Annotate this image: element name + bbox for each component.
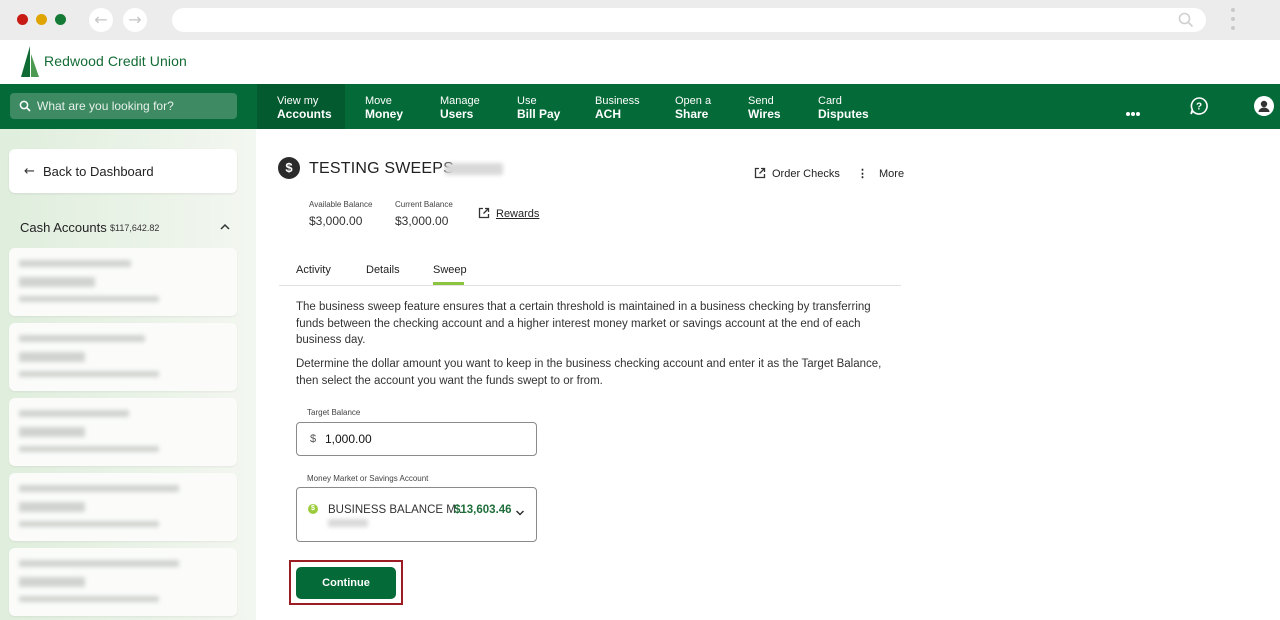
nav-bill-pay[interactable]: Use Bill Pay: [497, 84, 573, 129]
tab-details[interactable]: Details: [366, 264, 400, 276]
nav-line1: Use: [517, 95, 537, 107]
more-options-icon[interactable]: [1126, 103, 1142, 116]
close-window-dot[interactable]: [17, 14, 28, 25]
search-icon: [19, 100, 31, 112]
current-balance-label: Current Balance: [395, 200, 453, 209]
brand-name[interactable]: Redwood Credit Union: [44, 53, 187, 69]
more-label: More: [879, 168, 905, 180]
nav-line2: Share: [675, 107, 709, 121]
nav-line2: Disputes: [818, 107, 869, 121]
user-avatar-icon[interactable]: [1254, 96, 1274, 116]
nav-card-disputes[interactable]: Card Disputes: [798, 84, 878, 129]
more-menu-button[interactable]: ⋮ More: [857, 167, 904, 180]
rewards-label: Rewards: [496, 208, 540, 220]
nav-line1: Move: [365, 95, 392, 107]
nav-line2: Accounts: [277, 107, 332, 121]
sidebar-account-card[interactable]: [9, 248, 237, 316]
order-checks-link[interactable]: Order Checks: [754, 167, 840, 180]
nav-line1: Send: [748, 95, 774, 107]
chevron-down-icon: [515, 510, 525, 516]
nav-open-share[interactable]: Open a Share: [655, 84, 727, 129]
nav-line1: Card: [818, 95, 842, 107]
cash-accounts-total: $117,642.82: [110, 223, 160, 233]
search-placeholder: What are you looking for?: [37, 99, 174, 113]
account-number-redacted: [328, 519, 368, 527]
nav-view-accounts[interactable]: View my Accounts: [257, 84, 345, 129]
sidebar-account-card[interactable]: [9, 548, 237, 616]
sweep-account-select[interactable]: $ BUSINESS BALANCE M... $13,603.46: [296, 487, 537, 542]
nav-line1: View my: [277, 95, 319, 107]
nav-line2: Users: [440, 107, 474, 121]
tabs-divider: [279, 285, 901, 286]
external-link-icon: [754, 167, 766, 179]
dollar-coin-icon: $: [308, 504, 318, 514]
account-select-label: Money Market or Savings Account: [307, 474, 429, 483]
nav-line2: ACH: [595, 107, 621, 121]
maximize-window-dot[interactable]: [55, 14, 66, 25]
back-to-dashboard-label: Back to Dashboard: [43, 164, 154, 179]
nav-line2: Wires: [748, 107, 781, 121]
browser-menu-icon[interactable]: [1230, 8, 1236, 34]
dollar-account-icon: $: [278, 157, 300, 179]
selected-account-name: BUSINESS BALANCE M...: [328, 504, 466, 516]
sweep-description: The business sweep feature ensures that …: [296, 301, 871, 346]
currency-symbol: $: [310, 433, 317, 445]
current-balance-value: $3,000.00: [395, 214, 449, 228]
cash-accounts-heading: Cash Accounts: [20, 220, 107, 235]
chevron-up-icon[interactable]: [219, 222, 231, 232]
nav-line1: Manage: [440, 95, 480, 107]
target-balance-value: 1,000.00: [325, 432, 372, 446]
external-link-icon: [478, 207, 490, 219]
order-checks-label: Order Checks: [772, 168, 840, 180]
site-search-input[interactable]: What are you looking for?: [10, 93, 237, 119]
sidebar-account-card[interactable]: [9, 473, 237, 541]
minimize-window-dot[interactable]: [36, 14, 47, 25]
browser-chrome: ← →: [0, 0, 1280, 40]
available-balance-label: Available Balance: [309, 200, 373, 209]
browser-forward-button[interactable]: →: [123, 8, 147, 32]
target-balance-label: Target Balance: [307, 408, 361, 417]
nav-manage-users[interactable]: Manage Users: [420, 84, 496, 129]
sidebar-account-card[interactable]: [9, 398, 237, 466]
nav-move-money[interactable]: Move Money: [345, 84, 417, 129]
nav-line2: Money: [365, 107, 404, 121]
account-title: TESTING SWEEPS: [309, 160, 455, 177]
redwood-tree-logo-icon[interactable]: [21, 46, 41, 78]
arrow-left-icon: ←: [94, 10, 108, 29]
sidebar-account-card[interactable]: [9, 323, 237, 391]
nav-business-ach[interactable]: Business ACH: [575, 84, 653, 129]
nav-line1: Open a: [675, 95, 712, 107]
nav-send-wires[interactable]: Send Wires: [728, 84, 798, 129]
chat-help-icon[interactable]: ?: [1189, 96, 1209, 116]
available-balance-value: $3,000.00: [309, 214, 363, 228]
continue-button[interactable]: Continue: [296, 567, 396, 599]
arrow-left-icon: ←: [24, 164, 35, 179]
nav-line2: Bill Pay: [517, 107, 561, 121]
vertical-dots-icon: ⋮: [857, 168, 868, 180]
tab-sweep[interactable]: Sweep: [433, 264, 467, 276]
tab-activity[interactable]: Activity: [296, 264, 331, 276]
selected-account-amount: $13,603.46: [454, 504, 512, 516]
nav-line1: Business: [595, 95, 640, 107]
browser-back-button[interactable]: ←: [89, 8, 113, 32]
svg-text:?: ?: [1196, 102, 1202, 113]
back-to-dashboard-button[interactable]: ← Back to Dashboard: [9, 149, 237, 193]
arrow-right-icon: →: [128, 10, 142, 29]
target-balance-input[interactable]: $ 1,000.00: [296, 422, 537, 456]
logo-bar: [0, 40, 1280, 84]
address-bar[interactable]: [172, 8, 1206, 32]
sweep-instructions: Determine the dollar amount you want to …: [296, 358, 882, 387]
search-icon: [1178, 12, 1194, 28]
account-number-redacted: [445, 163, 503, 175]
rewards-link[interactable]: Rewards: [478, 207, 539, 220]
